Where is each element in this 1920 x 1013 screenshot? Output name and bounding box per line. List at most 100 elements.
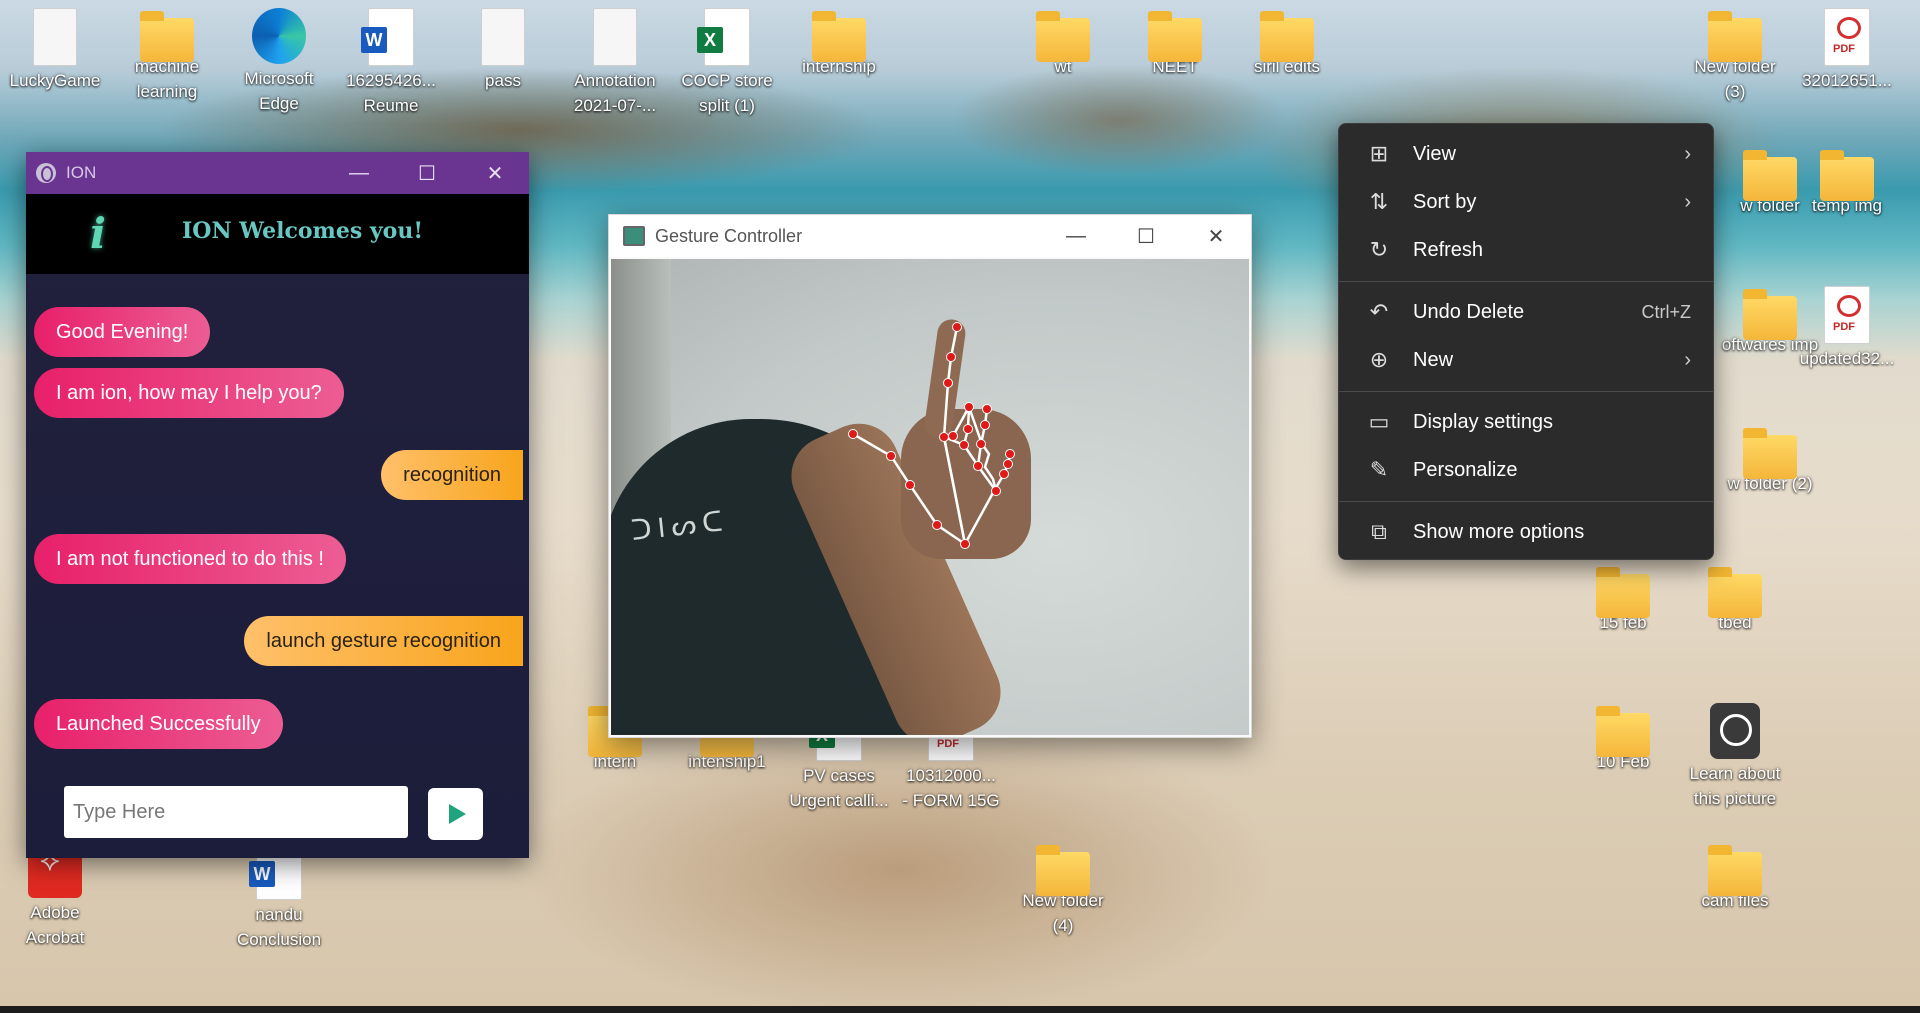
- folder-icon: [1743, 289, 1797, 340]
- file-icon: [481, 8, 525, 66]
- ion-header: i ION Welcomes you!: [26, 194, 529, 274]
- grid-icon: ⊞: [1369, 141, 1389, 166]
- folder-icon: [1596, 706, 1650, 757]
- menu-item-sort-by[interactable]: ⇅ Sort by ›: [1345, 179, 1707, 225]
- menu-item-new[interactable]: ⊕ New ›: [1345, 337, 1707, 383]
- folder-icon: [812, 11, 866, 62]
- chevron-right-icon: ›: [1684, 190, 1691, 213]
- menu-item-view[interactable]: ⊞ View ›: [1345, 131, 1707, 177]
- desktop-icon-tbed[interactable]: tbed: [1685, 564, 1785, 635]
- camera-icon: [1710, 703, 1760, 759]
- gesture-window-title: Gesture Controller: [655, 225, 803, 246]
- folder-icon: [1708, 11, 1762, 62]
- desktop-icon-temp-img[interactable]: temp img: [1797, 147, 1897, 218]
- ion-titlebar[interactable]: ION — ☐ ✕: [26, 152, 529, 194]
- plus-circle-icon: ⊕: [1369, 347, 1389, 372]
- desktop-context-menu: ⊞ View › ⇅ Sort by › ↻ Refresh ↶ Undo De…: [1338, 123, 1714, 560]
- gesture-titlebar[interactable]: Gesture Controller — ☐ ✕: [609, 215, 1251, 257]
- desktop-icon-siril-edits[interactable]: siril edits: [1237, 8, 1337, 79]
- camera-feed: ᑐIᔕᑕ: [611, 259, 1249, 735]
- maximize-button[interactable]: ☐: [1111, 215, 1181, 257]
- menu-item-show-more-options[interactable]: ⧉ Show more options: [1345, 509, 1707, 555]
- menu-separator: [1339, 391, 1713, 392]
- desktop-icon-new-folder-2[interactable]: w folder (2): [1720, 425, 1820, 496]
- send-button[interactable]: [428, 788, 483, 840]
- desktop-icon-wt[interactable]: wt: [1013, 8, 1113, 79]
- open-external-icon: ⧉: [1371, 519, 1387, 544]
- menu-item-display-settings[interactable]: ▭ Display settings: [1345, 399, 1707, 445]
- word-doc-icon: [361, 8, 414, 66]
- desktop-icon-cam-files[interactable]: cam files: [1685, 842, 1785, 913]
- taskbar-edge: [0, 1006, 1920, 1013]
- folder-icon: [1708, 845, 1762, 896]
- close-button[interactable]: ✕: [461, 152, 529, 194]
- minimize-button[interactable]: —: [1041, 215, 1111, 257]
- ion-app-icon: [36, 163, 56, 183]
- desktop-icon-new-folder-4[interactable]: New folder (4): [1013, 842, 1113, 938]
- folder-icon: [1036, 845, 1090, 896]
- folder-icon: [1708, 567, 1762, 618]
- folder-icon: [140, 11, 194, 62]
- folder-icon: [1743, 150, 1797, 201]
- hand-landmark-skeleton: [848, 322, 1015, 549]
- file-icon: [33, 8, 77, 66]
- desktop-icon-10-feb[interactable]: 10 Feb: [1573, 703, 1673, 774]
- undo-icon: ↶: [1369, 299, 1389, 324]
- menu-item-refresh[interactable]: ↻ Refresh: [1345, 227, 1707, 273]
- folder-icon: [1596, 567, 1650, 618]
- ion-window-title: ION: [66, 163, 97, 182]
- chat-message-bot: I am not functioned to do this !: [34, 534, 346, 584]
- chevron-right-icon: ›: [1684, 142, 1691, 165]
- desktop-icon-microsoft-edge[interactable]: Microsoft Edge: [229, 8, 329, 116]
- desktop-icon-machine-learning[interactable]: machine learning: [117, 8, 217, 104]
- chevron-right-icon: ›: [1684, 348, 1691, 371]
- desktop-icon-learn-about-picture[interactable]: Learn about this picture: [1685, 703, 1785, 811]
- desktop-icon-15-feb[interactable]: 15 feb: [1573, 564, 1673, 635]
- folder-icon: [1036, 11, 1090, 62]
- folder-icon: [1743, 428, 1797, 479]
- refresh-icon: ↻: [1369, 237, 1389, 262]
- desktop-icon-annotation[interactable]: Annotation 2021-07-...: [565, 8, 665, 118]
- minimize-button[interactable]: —: [325, 152, 393, 194]
- desktop-icon-neet[interactable]: NEET: [1125, 8, 1225, 79]
- excel-icon: [697, 8, 750, 66]
- desktop-icon-nandu-conclusion[interactable]: nandu Conclusion: [229, 842, 329, 952]
- menu-item-undo-delete[interactable]: ↶ Undo Delete Ctrl+Z: [1345, 289, 1707, 335]
- brush-icon: ✎: [1369, 457, 1389, 482]
- desktop-icon-luckygame[interactable]: LuckyGame: [5, 8, 105, 93]
- chat-message-user: launch gesture recognition: [244, 616, 523, 666]
- folder-icon: [1148, 11, 1202, 62]
- desktop-icon-reume[interactable]: 16295426... Reume: [341, 8, 441, 118]
- desktop-icon-cocp-store[interactable]: COCP store split (1): [677, 8, 777, 118]
- display-settings-icon: ▭: [1368, 409, 1390, 434]
- edge-icon: [252, 8, 306, 64]
- chat-message-user: recognition: [381, 450, 523, 500]
- desktop-icon-new-folder-3[interactable]: New folder (3): [1685, 8, 1785, 104]
- folder-icon: [1260, 11, 1314, 62]
- desktop-icon-pass[interactable]: pass: [453, 8, 553, 93]
- desktop-icon-32012651[interactable]: 32012651...: [1797, 8, 1897, 93]
- image-file-icon: [593, 8, 637, 66]
- chat-area[interactable]: Good Evening! I am ion, how may I help y…: [26, 274, 529, 749]
- pdf-icon: [1824, 8, 1870, 66]
- gesture-app-icon: [623, 226, 645, 246]
- close-button[interactable]: ✕: [1181, 215, 1251, 257]
- desktop-icon-adobe-acrobat[interactable]: Adobe Acrobat: [5, 842, 105, 950]
- chat-message-bot: Good Evening!: [34, 307, 211, 357]
- maximize-button[interactable]: ☐: [393, 152, 461, 194]
- desktop-icon-internship[interactable]: internship: [789, 8, 889, 79]
- menu-separator: [1339, 281, 1713, 282]
- chat-message-bot: I am ion, how may I help you?: [34, 368, 344, 418]
- menu-item-personalize[interactable]: ✎ Personalize: [1345, 447, 1707, 493]
- desktop-icon-updated32[interactable]: updated32...: [1797, 286, 1897, 371]
- ion-window: ION — ☐ ✕ i ION Welcomes you! Good Eveni…: [26, 152, 529, 858]
- shortcut-label: Ctrl+Z: [1641, 301, 1692, 322]
- menu-separator: [1339, 501, 1713, 502]
- chat-text-input[interactable]: [64, 786, 408, 838]
- welcome-heading: ION Welcomes you!: [182, 218, 423, 244]
- pdf-icon: [1824, 286, 1870, 344]
- chat-message-bot: Launched Successfully: [34, 699, 283, 749]
- folder-icon: [1820, 150, 1874, 201]
- sort-icon: ⇅: [1369, 189, 1389, 214]
- gesture-controller-window: Gesture Controller — ☐ ✕ ᑐIᔕᑕ: [608, 214, 1252, 738]
